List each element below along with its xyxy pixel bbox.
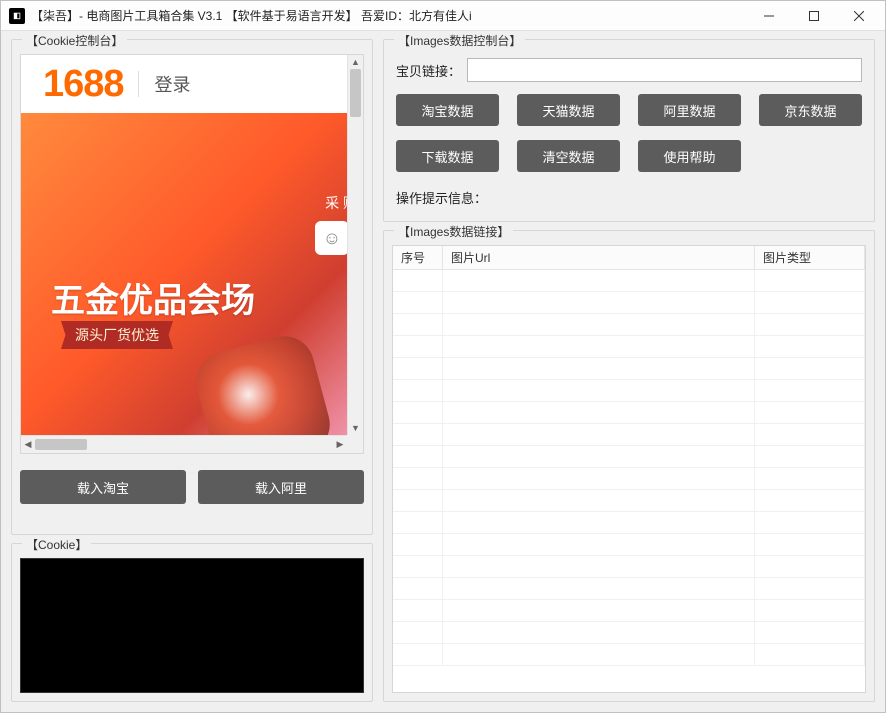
data-grid[interactable]: 序号 图片Url 图片类型 xyxy=(392,245,866,693)
taobao-data-button[interactable]: 淘宝数据 xyxy=(396,94,499,126)
load-buttons-row: 载入淘宝 载入阿里 xyxy=(20,470,364,504)
col-index-header[interactable]: 序号 xyxy=(393,246,443,269)
logo-1688: 1688 xyxy=(43,63,124,106)
col-type-header[interactable]: 图片类型 xyxy=(755,246,865,269)
table-row[interactable] xyxy=(393,644,865,666)
help-button[interactable]: 使用帮助 xyxy=(638,140,741,172)
cookie-text-legend: 【Cookie】 xyxy=(22,536,91,553)
vertical-scrollbar[interactable]: ▲ ▼ xyxy=(347,55,363,435)
window-title: 【柒吾】- 电商图片工具箱合集 V3.1 【软件基于易语言开发】 吾爱ID：北方… xyxy=(31,7,472,24)
table-row[interactable] xyxy=(393,600,865,622)
left-column: 【Cookie控制台】 1688 登录 采 购 ☺ 五金优品会场 源头厂货优选 xyxy=(11,39,373,702)
cookie-text-group: 【Cookie】 xyxy=(11,543,373,702)
cookie-console-group: 【Cookie控制台】 1688 登录 采 购 ☺ 五金优品会场 源头厂货优选 xyxy=(11,39,373,535)
table-row[interactable] xyxy=(393,314,865,336)
titlebar[interactable]: ◧ 【柒吾】- 电商图片工具箱合集 V3.1 【软件基于易语言开发】 吾爱ID：… xyxy=(1,1,885,31)
h-scroll-thumb[interactable] xyxy=(35,439,87,450)
download-data-button[interactable]: 下载数据 xyxy=(396,140,499,172)
minimize-icon xyxy=(764,11,774,21)
hint-text: 操作提示信息： xyxy=(392,182,866,213)
window-controls xyxy=(746,2,881,30)
images-console-group: 【Images数据控制台】 宝贝链接： 淘宝数据 天猫数据 阿里数据 京东数据 … xyxy=(383,39,875,222)
table-row[interactable] xyxy=(393,490,865,512)
embedded-browser[interactable]: 1688 登录 采 购 ☺ 五金优品会场 源头厂货优选 ▲ xyxy=(20,54,364,454)
scroll-corner xyxy=(347,435,363,453)
table-row[interactable] xyxy=(393,424,865,446)
grid-body[interactable] xyxy=(393,270,865,692)
login-label: 登录 xyxy=(138,71,191,97)
promo-banner: 采 购 ☺ 五金优品会场 源头厂货优选 xyxy=(21,113,363,453)
close-button[interactable] xyxy=(836,2,881,30)
scroll-down-icon[interactable]: ▼ xyxy=(348,421,363,435)
link-input[interactable] xyxy=(467,58,862,82)
v-scroll-thumb[interactable] xyxy=(350,69,361,117)
ali-data-button[interactable]: 阿里数据 xyxy=(638,94,741,126)
table-row[interactable] xyxy=(393,292,865,314)
maximize-button[interactable] xyxy=(791,2,836,30)
app-icon: ◧ xyxy=(9,8,25,24)
jd-data-button[interactable]: 京东数据 xyxy=(759,94,862,126)
banner-ribbon: 源头厂货优选 xyxy=(61,321,173,349)
scroll-up-icon[interactable]: ▲ xyxy=(348,55,363,69)
table-row[interactable] xyxy=(393,402,865,424)
right-column: 【Images数据控制台】 宝贝链接： 淘宝数据 天猫数据 阿里数据 京东数据 … xyxy=(383,39,875,702)
table-row[interactable] xyxy=(393,270,865,292)
table-row[interactable] xyxy=(393,446,865,468)
table-row[interactable] xyxy=(393,468,865,490)
clear-data-button[interactable]: 清空数据 xyxy=(517,140,620,172)
load-taobao-button[interactable]: 载入淘宝 xyxy=(20,470,186,504)
horizontal-scrollbar[interactable]: ◀ ▶ xyxy=(21,435,347,453)
table-row[interactable] xyxy=(393,556,865,578)
table-row[interactable] xyxy=(393,622,865,644)
table-row[interactable] xyxy=(393,512,865,534)
images-links-group: 【Images数据链接】 序号 图片Url 图片类型 xyxy=(383,230,875,702)
cookie-textarea[interactable] xyxy=(20,558,364,693)
action-buttons-grid: 淘宝数据 天猫数据 阿里数据 京东数据 下载数据 清空数据 使用帮助 xyxy=(392,94,866,182)
cookie-console-legend: 【Cookie控制台】 xyxy=(22,32,127,49)
maximize-icon xyxy=(809,11,819,21)
site-header: 1688 登录 xyxy=(21,55,363,113)
banner-title: 五金优品会场 xyxy=(51,273,255,322)
link-label: 宝贝链接： xyxy=(396,61,461,80)
close-icon xyxy=(854,11,864,21)
table-row[interactable] xyxy=(393,534,865,556)
load-ali-button[interactable]: 载入阿里 xyxy=(198,470,364,504)
images-links-legend: 【Images数据链接】 xyxy=(394,223,513,240)
tmall-data-button[interactable]: 天猫数据 xyxy=(517,94,620,126)
scroll-right-icon[interactable]: ▶ xyxy=(333,436,347,453)
images-console-legend: 【Images数据控制台】 xyxy=(394,32,525,49)
table-row[interactable] xyxy=(393,578,865,600)
embedded-content: 1688 登录 采 购 ☺ 五金优品会场 源头厂货优选 xyxy=(21,55,363,453)
grid-header: 序号 图片Url 图片类型 xyxy=(393,246,865,270)
table-row[interactable] xyxy=(393,336,865,358)
link-field-row: 宝贝链接： xyxy=(392,58,866,82)
client-area: 【Cookie控制台】 1688 登录 采 购 ☺ 五金优品会场 源头厂货优选 xyxy=(1,31,885,712)
table-row[interactable] xyxy=(393,358,865,380)
avatar-icon[interactable]: ☺ xyxy=(315,221,349,255)
scroll-left-icon[interactable]: ◀ xyxy=(21,436,35,453)
table-row[interactable] xyxy=(393,380,865,402)
col-url-header[interactable]: 图片Url xyxy=(443,246,755,269)
app-window: ◧ 【柒吾】- 电商图片工具箱合集 V3.1 【软件基于易语言开发】 吾爱ID：… xyxy=(0,0,886,713)
minimize-button[interactable] xyxy=(746,2,791,30)
